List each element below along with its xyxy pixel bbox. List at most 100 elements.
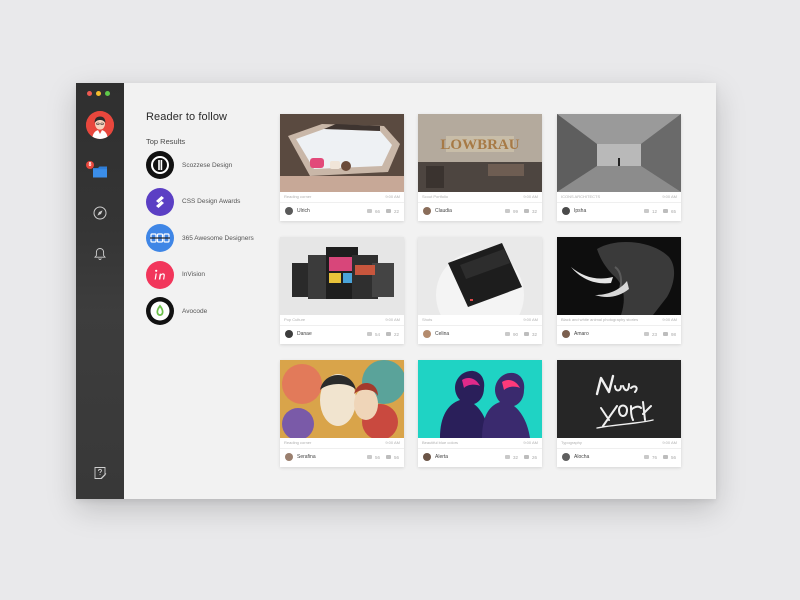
likes-count[interactable]: 76 [643,455,657,460]
comments-count[interactable]: 26 [523,455,537,460]
likes-count[interactable]: 23 [643,332,657,337]
comments-count[interactable]: 22 [385,331,399,337]
post-card[interactable]: Reading corner 9:00 AM Serafina 56 56 [280,360,404,467]
post-card[interactable]: Reading corner 9:00 AM Ulrich 66 22 [280,114,404,221]
likes-count[interactable]: 32 [504,455,518,460]
author-avatar[interactable] [423,453,431,461]
post-meta: Scout Portfolio 9:00 AM [422,194,538,200]
post-category: Typography [561,440,582,445]
comments-count[interactable]: 32 [523,209,537,214]
author-avatar[interactable] [562,453,570,461]
likes-value: 12 [651,208,657,214]
comments-value: 22 [393,331,399,337]
follow-item[interactable]: 365 Awesome Designers [146,224,276,252]
author-avatar[interactable] [285,330,293,338]
likes-count[interactable]: 90 [504,332,518,337]
comment-icon [523,332,529,336]
comment-icon [523,455,529,459]
author-name[interactable]: Ipsha [574,208,638,214]
post-footer: Celina 90 32 [423,329,537,339]
author-name[interactable]: Amaro [574,331,638,337]
card-divider [557,325,681,326]
likes-value: 66 [374,208,380,214]
minimize-window-button[interactable] [96,91,101,96]
follow-list: Scozzese Design CSS Design Awards 365 Aw… [146,151,276,325]
follow-item[interactable]: Scozzese Design [146,151,276,179]
post-meta: Shots 9:00 AM [422,317,538,323]
follow-item[interactable]: InVision [146,260,276,289]
follow-item[interactable]: CSS Design Awards [146,187,276,216]
author-name[interactable]: Ulrich [297,208,361,214]
author-name[interactable]: Alocha [574,454,638,460]
author-avatar[interactable] [562,330,570,338]
author-avatar[interactable] [285,453,293,461]
author-avatar[interactable] [423,207,431,215]
bell-icon [94,248,106,261]
author-name[interactable]: Alerta [435,454,499,460]
invision-logo-icon [146,260,174,289]
comments-count[interactable]: 56 [662,455,676,460]
post-card[interactable]: Beautiful blue colors 9:00 AM Alerta 32 … [418,360,542,467]
likes-count[interactable]: 12 [643,208,657,214]
author-avatar[interactable] [285,207,293,215]
follow-item-label: 365 Awesome Designers [182,234,254,242]
comments-count[interactable]: 32 [523,332,537,337]
author-name[interactable]: Claudia [435,208,499,214]
post-meta: ICONS ARCHITECTS 9:00 AM [561,194,677,200]
likes-count[interactable]: 56 [366,454,380,460]
maximize-window-button[interactable] [105,91,110,96]
post-card[interactable]: Typography 9:00 AM Alocha 76 56 [557,360,681,467]
help-button[interactable] [90,463,110,483]
post-footer: Claudia 99 32 [423,206,537,216]
user-avatar[interactable] [86,111,114,139]
card-divider [280,448,404,449]
svg-text:LOWBRAU: LOWBRAU [440,137,519,153]
comment-icon [662,332,668,336]
explore-nav-button[interactable] [90,203,110,223]
likes-count[interactable]: 54 [366,331,380,337]
author-avatar[interactable] [423,330,431,338]
author-avatar[interactable] [562,207,570,215]
post-footer: Ipsha 12 65 [562,206,676,216]
folder-icon [93,166,107,178]
post-card[interactable]: Shots 9:00 AM Celina 90 32 [418,237,542,344]
post-image [418,237,542,315]
close-window-button[interactable] [87,91,92,96]
post-card[interactable]: ICONS ARCHITECTS 9:00 AM Ipsha 12 65 [557,114,681,221]
post-category: Black and white animal photography stori… [561,317,639,322]
post-card[interactable]: Pop Culture 9:00 AM Danae 54 22 [280,237,404,344]
notifications-nav-button[interactable] [90,244,110,264]
post-time: 9:00 AM [385,194,400,199]
likes-value: 56 [374,454,380,460]
comments-count[interactable]: 56 [385,455,399,460]
post-time: 9:00 AM [523,440,538,445]
likes-value: 54 [374,331,380,337]
post-image [557,114,681,192]
post-image: LOWBRAU [418,114,542,192]
post-time: 9:00 AM [385,317,400,322]
card-divider [557,202,681,203]
comments-count[interactable]: 22 [385,209,399,214]
post-category: Shots [422,317,433,322]
comment-icon [662,455,668,459]
thumbs-up-icon [643,455,649,459]
author-name[interactable]: Celina [435,331,499,337]
post-image [557,237,681,315]
follow-item-label: InVision [182,271,206,278]
post-card[interactable]: LOWBRAU Scout Portfolio 9:00 AM Claudia … [418,114,542,221]
comments-value: 65 [670,208,676,214]
likes-count[interactable]: 99 [504,209,518,214]
author-name[interactable]: Serafina [297,454,361,460]
post-footer: Serafina 56 56 [285,452,399,462]
post-meta: Beautiful blue colors 9:00 AM [422,440,538,446]
post-image [280,114,404,192]
author-name[interactable]: Danae [297,331,361,337]
post-card[interactable]: Black and white animal photography stori… [557,237,681,344]
comments-count[interactable]: 98 [662,332,676,337]
thumbs-up-icon [504,455,510,459]
comments-count[interactable]: 65 [662,208,676,214]
post-time: 9:00 AM [662,194,677,199]
likes-count[interactable]: 66 [366,208,380,214]
follow-item[interactable]: Avocode [146,297,276,325]
thumbs-up-icon [643,209,649,213]
